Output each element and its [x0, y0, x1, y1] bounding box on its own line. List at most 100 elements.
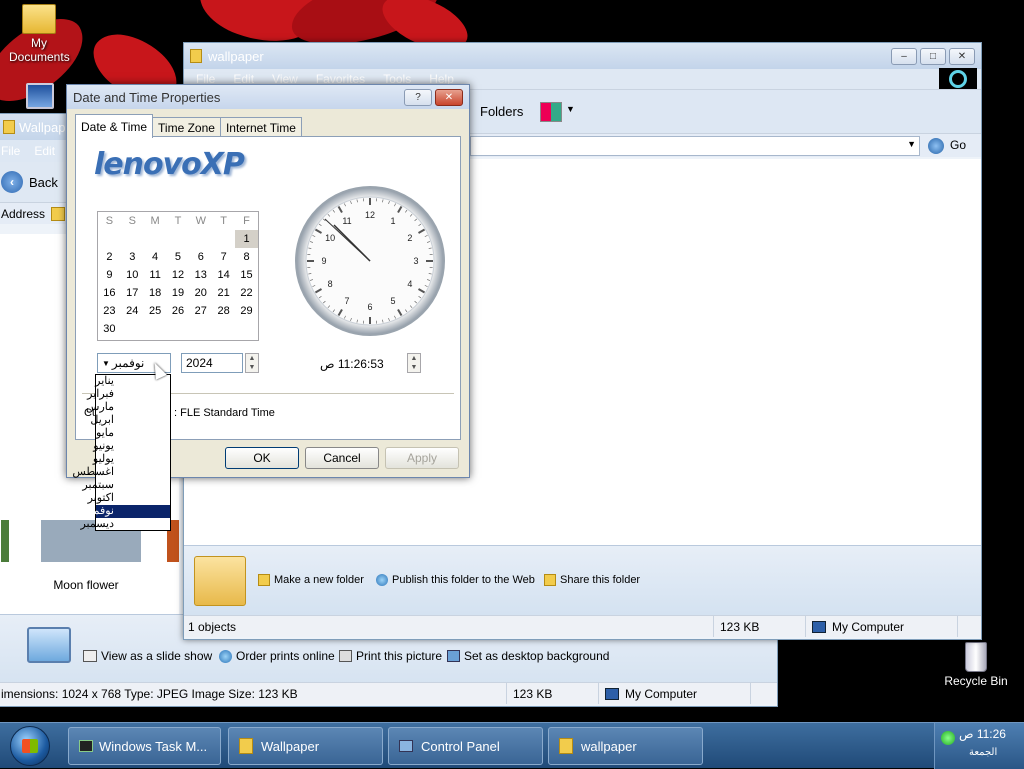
calendar-day[interactable]: 7	[212, 248, 235, 266]
month-calendar[interactable]: SSMTWTF 12345678910111213141516171819202…	[97, 211, 259, 341]
maximize-button[interactable]: □	[920, 48, 946, 65]
taskbar-item-control-panel[interactable]: Control Panel	[388, 727, 543, 765]
calendar-day[interactable]: 28	[212, 302, 235, 320]
calendar-day[interactable]: 26	[167, 302, 190, 320]
calendar-day[interactable]: 18	[144, 284, 167, 302]
calendar-day[interactable]: 8	[235, 248, 258, 266]
calendar-day[interactable]: 24	[121, 302, 144, 320]
taskbar-item-wallpaper-2[interactable]: wallpaper	[548, 727, 703, 765]
start-button[interactable]	[10, 726, 50, 766]
calendar-day[interactable]: 16	[98, 284, 121, 302]
year-value: 2024	[186, 356, 213, 370]
weekday-header: M	[144, 212, 167, 230]
task-label: Windows Task M...	[99, 739, 207, 754]
month-option[interactable]: يوليو	[96, 453, 170, 466]
tab-time-zone[interactable]: Time Zone	[152, 117, 221, 137]
calendar-day[interactable]: 21	[212, 284, 235, 302]
task-set-background[interactable]: Set as desktop background	[447, 649, 609, 663]
tray-clock-time[interactable]: 11:26 ص	[959, 727, 1006, 741]
folders-button[interactable]: Folders	[480, 104, 523, 119]
close-button[interactable]: ✕	[435, 89, 463, 106]
folder-icon	[239, 738, 253, 754]
apply-button[interactable]: Apply	[385, 447, 459, 469]
taskbar-item-task-manager[interactable]: Windows Task M...	[68, 727, 221, 765]
address-input[interactable]: ▼	[470, 136, 920, 156]
month-option[interactable]: سبتمبر	[96, 479, 170, 492]
calendar-day[interactable]: 22	[235, 284, 258, 302]
weekday-header: F	[235, 212, 258, 230]
month-option[interactable]: اكتوبر	[96, 492, 170, 505]
cancel-button[interactable]: Cancel	[305, 447, 379, 469]
month-option[interactable]: فبراير	[96, 388, 170, 401]
computer-icon[interactable]	[26, 83, 54, 109]
chevron-down-icon[interactable]: ▼	[907, 139, 916, 149]
calendar-day[interactable]: 4	[144, 248, 167, 266]
calendar-day[interactable]: 3	[121, 248, 144, 266]
month-option[interactable]: ابريل	[96, 414, 170, 427]
taskbar-item-wallpaper[interactable]: Wallpaper	[228, 727, 383, 765]
calendar-day[interactable]: 17	[121, 284, 144, 302]
views-icon[interactable]	[540, 102, 562, 122]
chevron-down-icon[interactable]: ▼	[566, 104, 575, 114]
month-option[interactable]: مارس	[96, 401, 170, 414]
computer-icon	[812, 621, 826, 633]
close-button[interactable]: ✕	[949, 48, 975, 65]
calendar-day[interactable]: 5	[167, 248, 190, 266]
time-input[interactable]: 11:26:53 ص	[320, 357, 384, 371]
minimize-button[interactable]: –	[891, 48, 917, 65]
back-arrow-icon[interactable]: ‹	[1, 171, 23, 193]
go-arrow-icon[interactable]	[928, 138, 944, 154]
calendar-day[interactable]: 11	[144, 266, 167, 284]
menu-file[interactable]: File	[1, 144, 20, 158]
ok-button[interactable]: OK	[225, 447, 299, 469]
calendar-day[interactable]: 25	[144, 302, 167, 320]
calendar-week: 30	[98, 320, 258, 338]
back-button[interactable]: Back	[29, 175, 58, 190]
calendar-day[interactable]: 13	[189, 266, 212, 284]
tab-date-time[interactable]: Date & Time	[75, 114, 153, 138]
calendar-day[interactable]: 20	[189, 284, 212, 302]
weekday-header: T	[167, 212, 190, 230]
calendar-day[interactable]: 1	[235, 230, 258, 248]
calendar-day[interactable]: 9	[98, 266, 121, 284]
desktop-icon-my-documents[interactable]: My Documents	[0, 4, 79, 64]
menu-edit[interactable]: Edit	[34, 144, 55, 158]
calendar-day[interactable]: 2	[98, 248, 121, 266]
chevron-down-icon[interactable]: ▼	[102, 359, 110, 368]
status-objects: 1 objects	[184, 616, 714, 637]
printer-icon	[339, 650, 352, 662]
calendar-day[interactable]: 15	[235, 266, 258, 284]
help-button[interactable]: ?	[404, 89, 432, 106]
calendar-day[interactable]: 27	[189, 302, 212, 320]
security-shield-icon[interactable]	[941, 731, 955, 745]
month-option[interactable]: مايو	[96, 427, 170, 440]
task-new-folder[interactable]: Make a new folder	[258, 574, 364, 586]
calendar-day[interactable]: 10	[121, 266, 144, 284]
task-order-prints[interactable]: Order prints online	[219, 649, 335, 663]
year-spinner[interactable]: ▲▼	[245, 353, 259, 373]
month-dropdown-list[interactable]: ينايرفبرايرمارسابريلمايويونيويوليواغسطسس…	[95, 374, 171, 531]
calendar-day[interactable]: 12	[167, 266, 190, 284]
month-option[interactable]: يونيو	[96, 440, 170, 453]
task-slide-show[interactable]: View as a slide show	[83, 649, 212, 663]
tab-internet-time[interactable]: Internet Time	[220, 117, 302, 137]
desktop-icon-recycle-bin[interactable]: Recycle Bin	[936, 642, 1016, 688]
calendar-day[interactable]: 19	[167, 284, 190, 302]
task-share-folder[interactable]: Share this folder	[544, 574, 640, 586]
calendar-day	[98, 230, 121, 248]
calendar-day[interactable]: 30	[98, 320, 121, 338]
task-publish-web[interactable]: Publish this folder to the Web	[376, 574, 535, 586]
year-input[interactable]: 2024	[181, 353, 243, 373]
task-print-picture[interactable]: Print this picture	[339, 649, 442, 663]
calendar-day[interactable]: 29	[235, 302, 258, 320]
calendar-day[interactable]: 6	[189, 248, 212, 266]
month-option[interactable]: نوفمبر	[96, 505, 170, 518]
month-option[interactable]: اغسطس	[96, 466, 170, 479]
desktop-icon-label: Recycle Bin	[936, 674, 1016, 688]
month-option[interactable]: ديسمبر	[96, 518, 170, 531]
time-spinner[interactable]: ▲▼	[407, 353, 421, 373]
task-label: Set as desktop background	[464, 649, 609, 663]
calendar-day[interactable]: 23	[98, 302, 121, 320]
calendar-day[interactable]: 14	[212, 266, 235, 284]
go-button[interactable]: Go	[950, 138, 966, 152]
